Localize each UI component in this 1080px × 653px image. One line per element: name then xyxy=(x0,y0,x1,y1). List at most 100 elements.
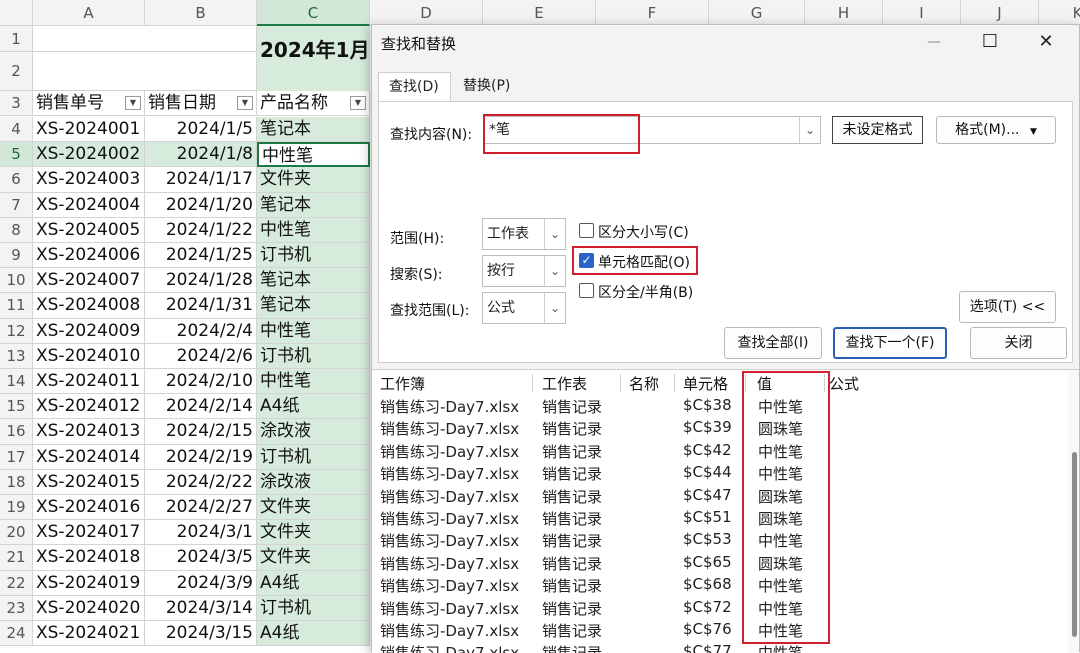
match-case-checkbox[interactable] xyxy=(579,223,594,238)
cell-a4[interactable]: XS-2024001 xyxy=(33,117,145,143)
cell-c16[interactable]: 涂改液 xyxy=(257,419,370,445)
cell[interactable] xyxy=(145,52,257,91)
result-row[interactable]: 销售练习-Day7.xlsx 销售记录 $C$39 圆珠笔 xyxy=(372,418,1072,440)
cell-a9[interactable]: XS-2024006 xyxy=(33,243,145,269)
column-divider[interactable] xyxy=(674,374,675,392)
cell-b8[interactable]: 2024/1/22 xyxy=(145,217,257,243)
column-header-f[interactable]: F xyxy=(596,0,709,26)
column-header-d[interactable]: D xyxy=(370,0,483,26)
search-order-select[interactable]: 按行 ⌄ xyxy=(482,255,566,287)
row-header[interactable]: 5 xyxy=(0,142,33,168)
row-header[interactable]: 15 xyxy=(0,394,33,420)
column-divider[interactable] xyxy=(532,374,533,392)
cell-a18[interactable]: XS-2024015 xyxy=(33,469,145,495)
cell-b4[interactable]: 2024/1/5 xyxy=(145,117,257,143)
cell-c17[interactable]: 订书机 xyxy=(257,444,370,470)
filter-dropdown-icon[interactable]: ▼ xyxy=(237,96,253,110)
row-header[interactable]: 9 xyxy=(0,243,33,269)
lookin-select[interactable]: 公式 ⌄ xyxy=(482,292,566,324)
row-header[interactable]: 22 xyxy=(0,570,33,596)
row-header[interactable]: 24 xyxy=(0,621,33,647)
results-list[interactable]: 工作簿 工作表 名称 单元格 值 公式 销售练习-Day7.xlsx 销售记录 $C… xyxy=(372,369,1079,653)
cell-b11[interactable]: 2024/1/31 xyxy=(145,293,257,319)
cell-a22[interactable]: XS-2024019 xyxy=(33,570,145,596)
result-row[interactable]: 销售练习-Day7.xlsx 销售记录 $C$65 圆珠笔 xyxy=(372,553,1072,575)
cell-c21[interactable]: 文件夹 xyxy=(257,545,370,571)
column-header-g[interactable]: G xyxy=(709,0,805,26)
result-row[interactable]: 销售练习-Day7.xlsx销售记录$C$77中性笔 xyxy=(372,642,1072,653)
row-header[interactable]: 7 xyxy=(0,192,33,218)
cell-c18[interactable]: 涂改液 xyxy=(257,469,370,495)
close-button[interactable]: 关闭 xyxy=(970,327,1067,359)
row-header[interactable]: 14 xyxy=(0,369,33,395)
cell-b16[interactable]: 2024/2/15 xyxy=(145,419,257,445)
cell-a16[interactable]: XS-2024013 xyxy=(33,419,145,445)
cell-b24[interactable]: 2024/3/15 xyxy=(145,621,257,647)
row-header[interactable]: 10 xyxy=(0,268,33,294)
format-button[interactable]: 格式(M)... ▼ xyxy=(936,116,1056,144)
tab-replace[interactable]: 替换(P) xyxy=(453,72,523,102)
cell-c5[interactable]: 中性笔 xyxy=(257,142,370,168)
row-header[interactable]: 16 xyxy=(0,419,33,445)
cell-b10[interactable]: 2024/1/28 xyxy=(145,268,257,294)
cell-c13[interactable]: 订书机 xyxy=(257,343,370,369)
cell-b5[interactable]: 2024/1/8 xyxy=(145,142,257,168)
row-header[interactable]: 4 xyxy=(0,117,33,143)
maximize-button[interactable]: ☐ xyxy=(962,25,1018,59)
cell-a8[interactable]: XS-2024005 xyxy=(33,217,145,243)
cell[interactable] xyxy=(33,26,145,52)
chevron-down-icon[interactable]: ⌄ xyxy=(544,293,565,323)
match-width-checkbox[interactable] xyxy=(579,283,594,298)
cell-b23[interactable]: 2024/3/14 xyxy=(145,595,257,621)
cell-a10[interactable]: XS-2024007 xyxy=(33,268,145,294)
cell-a20[interactable]: XS-2024017 xyxy=(33,520,145,546)
header-cell[interactable]: 销售日期 ▼ xyxy=(145,91,257,116)
cell-c8[interactable]: 中性笔 xyxy=(257,217,370,243)
column-header-e[interactable]: E xyxy=(483,0,596,26)
row-header[interactable]: 21 xyxy=(0,545,33,571)
row-header[interactable]: 1 xyxy=(0,26,33,52)
header-cell[interactable]: 销售单号 ▼ xyxy=(33,91,145,116)
cell-c9[interactable]: 订书机 xyxy=(257,243,370,269)
cell-c14[interactable]: 中性笔 xyxy=(257,369,370,395)
minimize-button[interactable]: — xyxy=(906,25,962,59)
result-row[interactable]: 销售练习-Day7.xlsx 销售记录 $C$38 中性笔 xyxy=(372,396,1072,418)
column-header-c[interactable]: C xyxy=(257,0,370,26)
cell-b22[interactable]: 2024/3/9 xyxy=(145,570,257,596)
cell-c22[interactable]: A4纸 xyxy=(257,570,370,596)
scope-select[interactable]: 工作表 ⌄ xyxy=(482,218,566,250)
cell-c6[interactable]: 文件夹 xyxy=(257,167,370,193)
cell-c7[interactable]: 笔记本 xyxy=(257,192,370,218)
cell-a5[interactable]: XS-2024002 xyxy=(33,142,145,168)
row-header[interactable]: 17 xyxy=(0,444,33,470)
column-header-k[interactable]: K xyxy=(1039,0,1080,26)
cell-b21[interactable]: 2024/3/5 xyxy=(145,545,257,571)
cell-b15[interactable]: 2024/2/14 xyxy=(145,394,257,420)
cell-a12[interactable]: XS-2024009 xyxy=(33,318,145,344)
column-header-i[interactable]: I xyxy=(883,0,961,26)
options-button[interactable]: 选项(T) << xyxy=(959,291,1056,323)
chevron-down-icon[interactable]: ⌄ xyxy=(544,219,565,249)
row-header[interactable]: 12 xyxy=(0,318,33,344)
filter-dropdown-icon[interactable]: ▼ xyxy=(125,96,141,110)
cell-c20[interactable]: 文件夹 xyxy=(257,520,370,546)
column-header-b[interactable]: B xyxy=(145,0,257,26)
cell-a13[interactable]: XS-2024010 xyxy=(33,343,145,369)
cell-c23[interactable]: 订书机 xyxy=(257,595,370,621)
column-divider[interactable] xyxy=(620,374,621,392)
cell-a19[interactable]: XS-2024016 xyxy=(33,495,145,521)
cell-b9[interactable]: 2024/1/25 xyxy=(145,243,257,269)
row-header[interactable]: 20 xyxy=(0,520,33,546)
cell[interactable] xyxy=(33,52,145,91)
row-header[interactable]: 23 xyxy=(0,595,33,621)
results-header-formula[interactable]: 公式 xyxy=(829,373,859,393)
column-header-h[interactable]: H xyxy=(805,0,883,26)
result-row[interactable]: 销售练习-Day7.xlsx 销售记录 $C$51 圆珠笔 xyxy=(372,508,1072,530)
cell-c12[interactable]: 中性笔 xyxy=(257,318,370,344)
header-cell[interactable]: 产品名称 ▼ xyxy=(257,91,370,116)
cell-a15[interactable]: XS-2024012 xyxy=(33,394,145,420)
cell-a11[interactable]: XS-2024008 xyxy=(33,293,145,319)
cell-a7[interactable]: XS-2024004 xyxy=(33,192,145,218)
cell-b7[interactable]: 2024/1/20 xyxy=(145,192,257,218)
filter-dropdown-icon[interactable]: ▼ xyxy=(350,96,366,110)
